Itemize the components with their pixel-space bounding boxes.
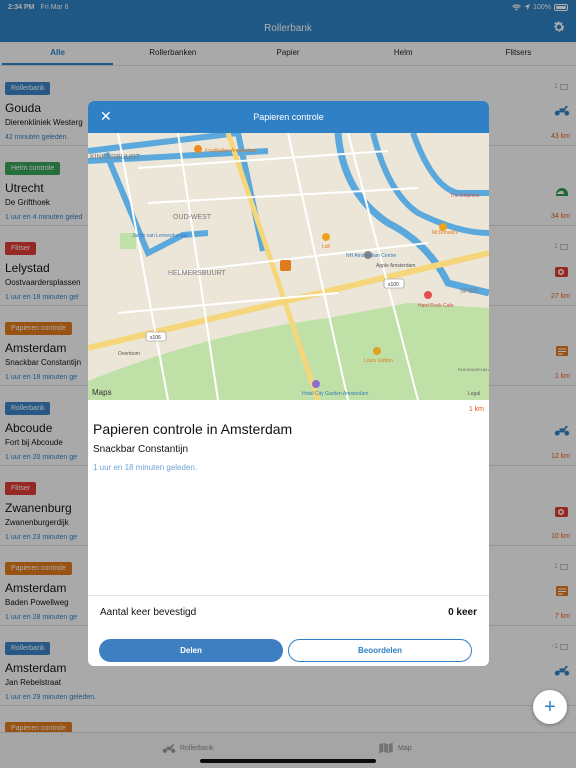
lidl-marker: [322, 233, 330, 241]
svg-text:Foodhallen Amsterdam: Foodhallen Amsterdam: [205, 148, 256, 154]
hardrock-marker: [424, 291, 432, 299]
foodhallen-marker: [194, 145, 202, 153]
hotel-marker: [312, 380, 320, 388]
share-button[interactable]: Delen: [99, 639, 283, 662]
modal-distance: 1 km: [468, 406, 484, 413]
svg-text:Jacob van Lennepkanaal: Jacob van Lennepkanaal: [132, 233, 188, 239]
svg-text:HELMERSBUURT: HELMERSBUURT: [168, 270, 227, 277]
svg-text:The Dolphins: The Dolphins: [450, 193, 480, 199]
map-canvas: KINKERBUURT OUD-WEST HELMERSBUURT Foodha…: [88, 130, 489, 401]
report-detail-modal: ✕ Papieren controle KINKERBUURT OUD-WEST…: [88, 101, 489, 666]
svg-text:s100: s100: [388, 282, 399, 288]
modal-street: Snackbar Constantijn: [93, 444, 189, 455]
add-report-button[interactable]: +: [533, 690, 567, 724]
confirmed-value: 0 keer: [448, 607, 477, 618]
svg-text:Apple Amsterdam: Apple Amsterdam: [376, 263, 415, 269]
map-view[interactable]: KINKERBUURT OUD-WEST HELMERSBUURT Foodha…: [88, 130, 489, 401]
svg-text:Overtoom: Overtoom: [118, 351, 140, 357]
close-icon[interactable]: ✕: [100, 109, 112, 123]
svg-text:KINKERBUURT: KINKERBUURT: [90, 154, 141, 161]
svg-text:SPIEG: SPIEG: [460, 289, 479, 295]
report-pin-icon[interactable]: [280, 260, 291, 271]
svg-text:OUD-WEST: OUD-WEST: [173, 214, 212, 221]
modal-header: ✕ Papieren controle: [88, 101, 489, 133]
confirmed-label: Aantal keer bevestigd: [100, 607, 197, 618]
louisvuitton-marker: [373, 347, 381, 355]
modal-heading: Papieren controle in Amsterdam: [93, 421, 293, 437]
svg-text:Lidl: Lidl: [322, 244, 330, 250]
modal-time: 1 uur en 18 minuten geleden.: [93, 463, 198, 472]
svg-text:McDonald's: McDonald's: [432, 230, 458, 236]
legal-link[interactable]: Legal: [468, 391, 480, 397]
modal-divider: [88, 595, 489, 596]
svg-text:Hotel City Garden Amsterdam: Hotel City Garden Amsterdam: [302, 391, 368, 397]
modal-title: Papieren controle: [253, 112, 324, 122]
svg-text:Hard Rock Cafe: Hard Rock Cafe: [418, 303, 454, 309]
rate-button[interactable]: Beoordelen: [288, 639, 472, 662]
svg-text:s106: s106: [150, 335, 161, 341]
maps-attribution: Maps: [92, 388, 112, 397]
svg-text:RIJKSMUSEUM AMSTERDAM: RIJKSMUSEUM AMSTERDAM: [458, 367, 489, 372]
svg-text:Louis Vuitton: Louis Vuitton: [364, 358, 393, 364]
svg-text:NH Amsterdam Centre: NH Amsterdam Centre: [346, 253, 397, 259]
